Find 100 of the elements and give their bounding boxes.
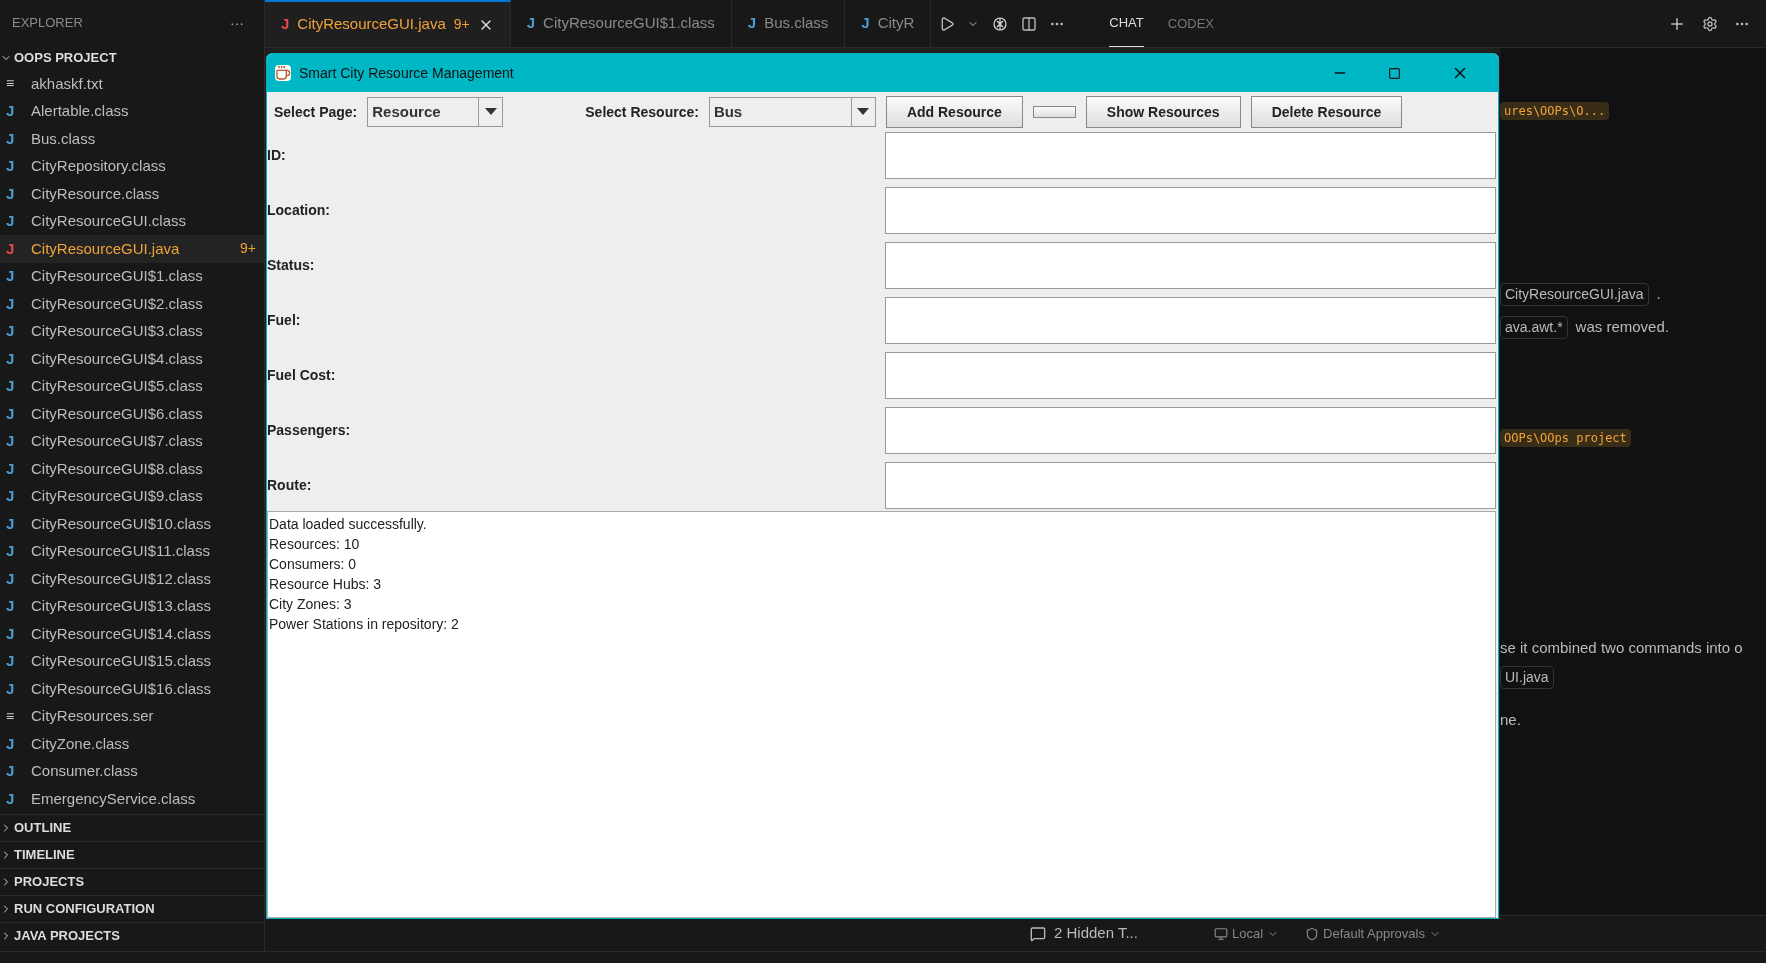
panel-tab[interactable]: CODEX — [1167, 0, 1214, 47]
input-field[interactable] — [885, 187, 1496, 234]
problem-count: 9+ — [453, 15, 470, 34]
file-item[interactable]: ≡ akhaskf.txt — [0, 70, 264, 98]
input-field[interactable] — [885, 242, 1496, 289]
monitor-icon — [1213, 926, 1228, 941]
chat-text: . — [1656, 284, 1661, 305]
file-item[interactable]: J CityResourceGUI$9.class — [0, 482, 264, 510]
section-header[interactable]: PROJECTS — [14, 871, 85, 892]
java-file-icon: J — [6, 485, 18, 508]
editor-tab[interactable]: J Bus.class — [731, 0, 846, 47]
chat-text: se it combined two commands into o — [1500, 638, 1743, 658]
file-item[interactable]: J EmergencyService.class — [0, 785, 264, 813]
settings-icon[interactable] — [1702, 15, 1718, 32]
project-header[interactable]: OOPS PROJECT — [14, 48, 117, 68]
file-item[interactable]: J CityResourceGUI$3.class — [0, 317, 264, 345]
java-file-icon: J — [526, 12, 536, 35]
field-label: Select Resource: — [585, 102, 699, 122]
local-dropdown[interactable]: Local — [1213, 923, 1280, 944]
approvals-dropdown[interactable]: Default Approvals — [1305, 923, 1441, 944]
file-item[interactable]: J CityResourceGUI$16.class — [0, 675, 264, 703]
file-item[interactable]: J CityRepository.class — [0, 152, 264, 180]
file-chip[interactable]: ava.awt.* — [1500, 316, 1568, 339]
file-item[interactable]: J CityResource.class — [0, 180, 264, 208]
file-item[interactable]: J CityResourceGUI$5.class — [0, 372, 264, 400]
java-file-icon: J — [6, 457, 18, 480]
file-item[interactable]: J CityResourceGUI$2.class — [0, 290, 264, 318]
java-cup-icon — [275, 65, 291, 81]
java-file-icon: J — [6, 347, 18, 370]
file-item[interactable]: J CityResourceGUI$13.class — [0, 592, 264, 620]
blank-button[interactable] — [1032, 106, 1076, 118]
java-file-icon: J — [6, 677, 18, 700]
file-item[interactable]: ≡ CityResources.ser — [0, 702, 264, 730]
section-header[interactable]: JAVA PROJECTS — [14, 925, 120, 946]
output-line: Data loaded successfully. — [268, 515, 428, 534]
file-item[interactable]: J CityResourceGUI$4.class — [0, 345, 264, 373]
file-item[interactable]: J Consumer.class — [0, 757, 264, 785]
chat-text: ne. — [1500, 709, 1521, 730]
problem-count: 9+ — [240, 239, 256, 259]
field-label: ID: — [267, 146, 287, 165]
file-item[interactable]: J CityResourceGUI$7.class — [0, 427, 264, 455]
file-item[interactable]: J CityResourceGUI.java 9+ — [0, 235, 264, 263]
file-item[interactable]: J CityResourceGUI$11.class — [0, 537, 264, 565]
chat-icon — [1030, 925, 1046, 942]
action-button[interactable]: Show Resources — [1085, 96, 1241, 128]
field-label: Fuel: — [267, 311, 302, 330]
editor-tab[interactable]: J CityResourceGUI$1.class — [510, 0, 732, 47]
field-label: Status: — [267, 256, 316, 275]
path-chip: OOPs\OOps project — [1500, 429, 1631, 447]
file-item[interactable]: J Bus.class — [0, 125, 264, 153]
java-file-icon: J — [6, 732, 18, 755]
page-dropdown[interactable]: Resource — [367, 97, 504, 127]
section-header[interactable]: TIMELINE — [14, 844, 75, 865]
hidden-terminals-button[interactable]: 2 Hidden T... — [1030, 922, 1138, 945]
java-file-icon: J — [6, 265, 18, 288]
java-file-icon: J — [6, 210, 18, 233]
java-file-icon: J — [6, 540, 18, 563]
type-dropdown[interactable]: Bus — [708, 97, 876, 127]
input-field[interactable] — [885, 462, 1496, 509]
file-chip[interactable]: CityResourceGUI.java — [1500, 283, 1649, 306]
run-icon[interactable] — [939, 15, 956, 32]
file-item[interactable]: J CityResourceGUI.class — [0, 207, 264, 235]
java-file-icon: J — [6, 650, 18, 673]
file-item[interactable]: J CityResourceGUI$12.class — [0, 565, 264, 593]
file-item[interactable]: J CityResourceGUI$1.class — [0, 262, 264, 290]
maximize-icon[interactable] — [1388, 66, 1401, 80]
java-file-icon: J — [6, 760, 18, 783]
more-button[interactable]: ··· — [230, 12, 244, 34]
field-label: Select Page: — [274, 102, 358, 122]
action-button[interactable]: Add Resource — [885, 96, 1023, 128]
output-line: Resource Hubs: 3 — [268, 575, 383, 594]
input-field[interactable] — [885, 132, 1496, 179]
file-item[interactable]: J CityResourceGUI$14.class — [0, 620, 264, 648]
split-editor-icon[interactable] — [1021, 15, 1038, 32]
file-item[interactable]: J CityResourceGUI$15.class — [0, 647, 264, 675]
window-title: Smart City Resource Management — [299, 63, 514, 83]
file-item[interactable]: J CityResourceGUI$6.class — [0, 400, 264, 428]
text-file-icon: ≡ — [6, 705, 18, 727]
file-item[interactable]: J CityResourceGUI$8.class — [0, 455, 264, 483]
java-file-icon: J — [6, 402, 18, 425]
chat-text: was removed. — [1575, 317, 1669, 338]
java-file-icon: J — [6, 237, 18, 260]
file-item[interactable]: J CityZone.class — [0, 730, 264, 758]
editor-tab[interactable]: J CityResourceGUI.java 9+ — [265, 0, 511, 47]
input-field[interactable] — [885, 352, 1496, 399]
output-line: Consumers: 0 — [268, 555, 358, 574]
file-chip[interactable]: UI.java — [1500, 665, 1554, 689]
java-file-icon: J — [6, 127, 18, 150]
input-field[interactable] — [885, 407, 1496, 454]
section-header[interactable]: RUN CONFIGURATION — [14, 898, 155, 919]
action-button[interactable]: Delete Resource — [1250, 96, 1403, 128]
editor-tab[interactable]: J CityR — [845, 0, 932, 47]
input-field[interactable] — [885, 297, 1496, 344]
section-header[interactable]: OUTLINE — [14, 817, 72, 838]
java-file-icon: J — [6, 595, 18, 618]
panel-tab[interactable]: CHAT — [1109, 0, 1144, 47]
java-file-icon: J — [6, 787, 18, 810]
field-label: Passengers: — [267, 421, 352, 440]
file-item[interactable]: J Alertable.class — [0, 97, 264, 125]
file-item[interactable]: J CityResourceGUI$10.class — [0, 510, 264, 538]
